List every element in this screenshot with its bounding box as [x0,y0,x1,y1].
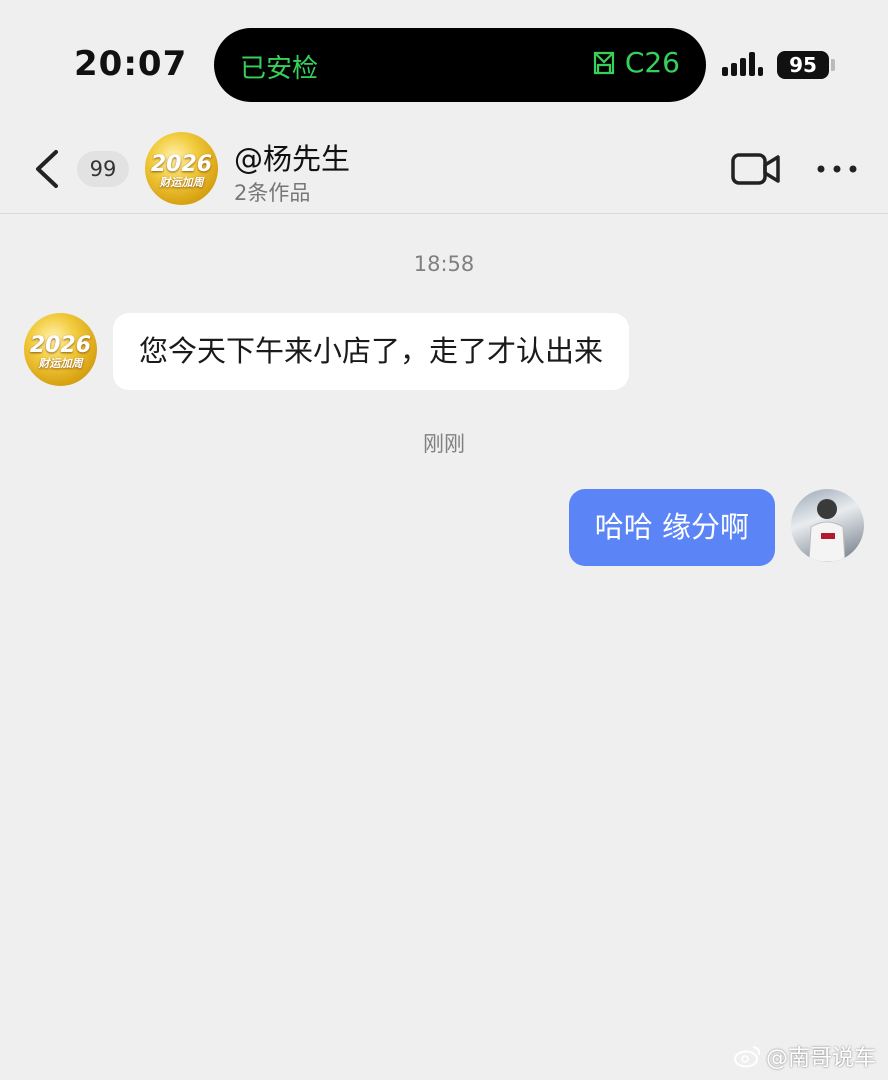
island-security-status: 已安检 [240,54,319,84]
signal-icon [722,52,763,76]
weibo-logo-icon [733,1046,761,1068]
more-options-icon[interactable] [815,154,859,184]
avatar-logo-subtext: 财运加周 [38,357,83,370]
status-bar: 20:07 已安检 C26 95 [0,0,888,120]
contact-name[interactable]: @杨先生 [234,136,350,178]
outgoing-message-bubble[interactable]: 哈哈 缘分啊 [568,489,775,566]
my-avatar[interactable] [791,489,864,562]
dynamic-island[interactable]: 已安检 C26 [214,28,706,102]
contact-avatar[interactable]: 2026 财运加周 [145,132,218,205]
avatar-logo-subtext: 财运加周 [159,176,204,189]
message-timestamp: 刚刚 [423,432,465,456]
sender-avatar[interactable]: 2026 财运加周 [24,313,97,386]
island-gate-info: C26 [591,46,680,79]
gate-number: C26 [624,46,680,79]
battery-icon [831,59,835,71]
back-icon[interactable] [28,146,68,192]
battery-level: 95 [777,51,829,79]
incoming-message-bubble[interactable]: 您今天下午来小店了，走了才认出来 [113,313,630,390]
message-timestamp: 18:58 [413,252,475,276]
unread-count-badge[interactable]: 99 [77,151,129,187]
gate-icon [593,51,614,74]
watermark-text: @南哥说车 [765,1046,876,1071]
status-time: 20:07 [74,44,188,84]
person-photo-icon [808,499,846,562]
weibo-watermark: @南哥说车 [733,1040,876,1072]
video-call-icon[interactable] [730,150,782,188]
chat-header: 99 2026 财运加周 @杨先生 2条作品 [0,120,888,214]
contact-works-count[interactable]: 2条作品 [234,177,310,207]
